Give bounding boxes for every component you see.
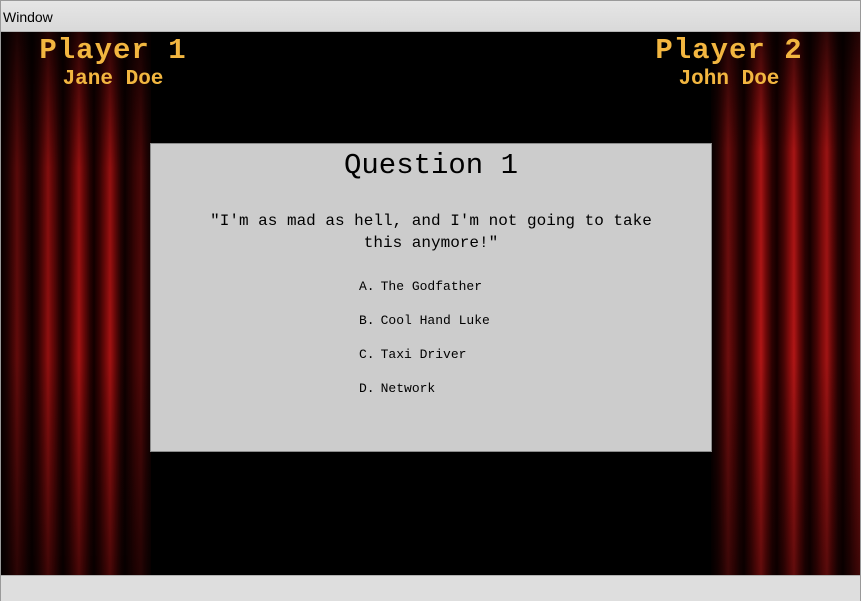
game-stage: Player 1 Jane Doe Player 2 John Doe Ques…: [1, 32, 860, 575]
answer-text: Cool Hand Luke: [380, 313, 490, 328]
answer-text: Network: [380, 381, 436, 396]
player-2-scoreboard: Player 2 John Doe: [629, 34, 829, 92]
left-curtain: [1, 32, 151, 575]
answer-letter: A.: [359, 279, 375, 294]
right-curtain: [711, 32, 860, 575]
window-title: Window: [3, 9, 53, 25]
answer-option-d[interactable]: D. Network: [359, 372, 490, 406]
status-bar: [1, 575, 860, 601]
answer-letter: D.: [359, 381, 375, 396]
question-quote: "I'm as mad as hell, and I'm not going t…: [210, 212, 652, 252]
answer-text: Taxi Driver: [380, 347, 467, 362]
question-title: Question 1: [343, 149, 519, 182]
player-1-scoreboard: Player 1 Jane Doe: [13, 34, 213, 92]
question-panel: Question 1 "I'm as mad as hell, and I'm …: [150, 143, 712, 452]
answer-letter: C.: [359, 347, 375, 362]
app-window: Window Player 1 Jane Doe Player 2 John D…: [0, 0, 861, 601]
player-2-name: John Doe: [678, 68, 780, 91]
player-1-label: Player 1: [39, 34, 187, 67]
answer-text: The Godfather: [380, 279, 483, 294]
answer-list: A. The Godfather B. Cool Hand Luke C. Taxi …: [359, 270, 490, 406]
answer-option-b[interactable]: B. Cool Hand Luke: [359, 304, 490, 338]
answer-option-a[interactable]: A. The Godfather: [359, 270, 490, 304]
player-1-name: Jane Doe: [62, 68, 164, 91]
window-titlebar[interactable]: Window: [1, 1, 860, 32]
answer-letter: B.: [359, 313, 375, 328]
player-2-label: Player 2: [655, 34, 803, 67]
answer-option-c[interactable]: C. Taxi Driver: [359, 338, 490, 372]
